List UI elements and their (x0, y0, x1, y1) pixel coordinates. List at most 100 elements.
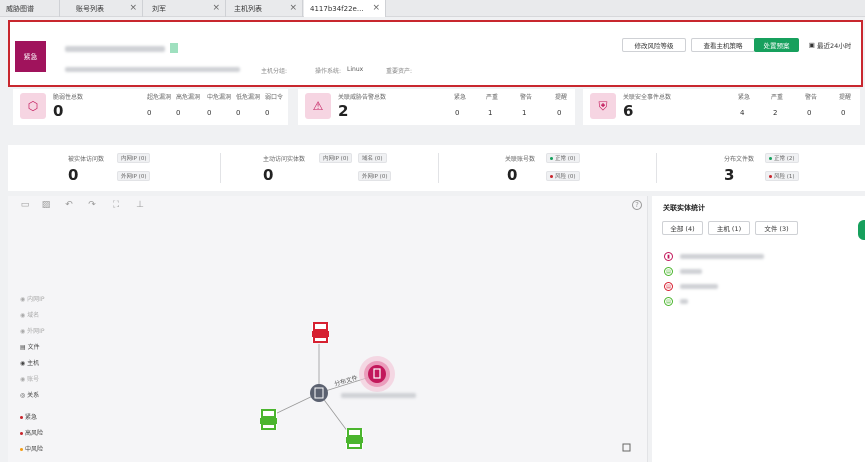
os-label: 操作系统: (315, 68, 342, 75)
qr-code-icon[interactable] (622, 443, 631, 452)
side-drawer-handle[interactable] (858, 220, 865, 240)
vuln-col-label: 中危漏洞 (207, 94, 232, 101)
visited-count-label: 被实体访问数 (68, 156, 105, 163)
graph-canvas[interactable]: 分布文件 (8, 196, 648, 462)
copy-icon[interactable] (170, 43, 178, 53)
event-col-label: 紧急 (738, 94, 751, 101)
entity-list-item[interactable]: ▤ (664, 266, 702, 277)
file-node-normal[interactable] (260, 409, 277, 430)
file-node-normal[interactable] (346, 428, 363, 449)
files-count-label: 分布文件数 (724, 156, 755, 163)
threat-col-label: 严重 (486, 94, 499, 101)
file-node-risk[interactable] (312, 322, 329, 343)
risk-level-badge: 紧急 (15, 41, 46, 72)
tab-label: 主机列表 (234, 4, 262, 13)
event-col-label: 警告 (805, 94, 818, 101)
accounts-normal-tag[interactable]: 正常 (0) (546, 153, 580, 163)
event-col-value: 2 (773, 109, 778, 117)
tab-label: 刘军 (152, 4, 166, 13)
status-dot (550, 174, 553, 178)
event-total-value: 6 (623, 102, 634, 120)
visited-count-value: 0 (68, 166, 79, 184)
tab-liu-jun[interactable]: 刘军 × (146, 0, 226, 17)
tab-label: 威胁图谱 (6, 4, 34, 13)
handle-plan-button[interactable]: 处置预案 (754, 38, 799, 52)
tab-label: 4117b34f22e... (310, 4, 364, 13)
threat-col-value: 1 (522, 109, 527, 117)
vuln-col-value: 0 (147, 109, 152, 117)
view-host-policy-button[interactable]: 查看主机策略 (691, 38, 755, 52)
tab-host-detail[interactable]: 4117b34f22e... × (304, 0, 386, 17)
event-col-value: 0 (841, 109, 846, 117)
vuln-col-label: 高危漏洞 (176, 94, 201, 101)
relationship-graph[interactable]: ▭ ▨ ↶ ↷ ⛶ ⊥ ? ◉ 内网IP ◉ 域名 ◉ 外网IP ▤ 文件 ◉ … (8, 196, 648, 462)
host-node[interactable] (359, 356, 395, 392)
tab-account-list[interactable]: 账号列表 × (70, 0, 143, 17)
calendar-icon: ▣ (808, 41, 815, 49)
host-ip-redacted (65, 67, 240, 72)
event-total-label: 关联安全事件总数 (623, 94, 672, 101)
accounts-count-label: 关联账号数 (505, 156, 536, 163)
event-col-value: 0 (807, 109, 812, 117)
threat-col-value: 1 (488, 109, 493, 117)
tag-label: 风险 (0) (555, 174, 576, 180)
host-icon: ▮ (664, 252, 673, 261)
close-icon[interactable]: × (372, 3, 380, 13)
filter-file-button[interactable]: 文件 (3) (755, 221, 798, 235)
time-range-selector[interactable]: ▣ 最近24小时 (805, 38, 855, 52)
vuln-col-value: 0 (176, 109, 181, 117)
time-range-label: 最近24小时 (816, 42, 852, 50)
files-normal-tag[interactable]: 正常 (2) (765, 153, 799, 163)
active-domain-tag[interactable]: 域名 (0) (358, 153, 387, 163)
entity-name-redacted (680, 269, 702, 274)
threat-col-label: 警告 (520, 94, 533, 101)
filter-all-button[interactable]: 全部 (4) (662, 221, 703, 235)
vuln-col-value: 0 (236, 109, 241, 117)
status-dot (550, 156, 553, 160)
visited-intranet-tag[interactable]: 内网IP (0) (117, 153, 151, 163)
vuln-col-value: 0 (207, 109, 212, 117)
threat-total-label: 关联威胁告警总数 (338, 94, 387, 101)
vuln-col-label: 弱口令 (265, 94, 284, 101)
entity-list-item[interactable]: ▤ (664, 296, 688, 307)
threat-col-label: 紧急 (454, 94, 467, 101)
entity-list-item[interactable]: ▤ (664, 281, 718, 292)
filter-host-button[interactable]: 主机 (1) (708, 221, 750, 235)
close-icon[interactable]: × (129, 3, 137, 13)
entity-name-redacted (680, 254, 764, 259)
modify-risk-button[interactable]: 修改风险等级 (622, 38, 686, 52)
accounts-risk-tag[interactable]: 风险 (0) (546, 171, 580, 181)
tag-label: 风险 (1) (774, 174, 795, 180)
accounts-count-value: 0 (507, 166, 518, 184)
event-col-value: 4 (740, 109, 745, 117)
vuln-col-label: 低危漏洞 (236, 94, 261, 101)
tab-bar: 威胁图谱 账号列表 × 刘军 × 主机列表 × 4117b34f22e... × (0, 0, 865, 17)
active-intranet-tag[interactable]: 内网IP (0) (319, 153, 353, 163)
active-extranet-tag[interactable]: 外网IP (0) (358, 171, 392, 181)
tab-host-list[interactable]: 主机列表 × (228, 0, 303, 17)
threat-col-value: 0 (557, 109, 562, 117)
alarm-icon: ⚠ (305, 93, 331, 119)
panel-title: 关联实体统计 (663, 204, 705, 212)
related-entities-panel: 关联实体统计 全部 (4) 主机 (1) 文件 (3) ▮ ▤ ▤ ▤ (652, 196, 865, 462)
entity-stats-row: 被实体访问数 0 内网IP (0) 外网IP (0) 主动访问实体数 0 内网I… (8, 145, 865, 191)
divider (656, 153, 657, 183)
tab-threat-map[interactable]: 威胁图谱 (0, 0, 60, 17)
divider (220, 153, 221, 183)
close-icon[interactable]: × (289, 3, 297, 13)
tag-label: 正常 (2) (774, 156, 795, 162)
event-col-label: 严重 (771, 94, 784, 101)
visited-extranet-tag[interactable]: 外网IP (0) (117, 171, 151, 181)
threat-col-label: 提醒 (555, 94, 568, 101)
host-header-card: 紧急 主机分组: 操作系统: Linux 重要资产: 修改风险等级 查看主机策略… (8, 20, 863, 87)
entity-name-redacted (680, 284, 718, 289)
relation-node[interactable] (310, 384, 328, 402)
close-icon[interactable]: × (212, 3, 220, 13)
vulnerability-card: ⬡ 脆弱性总数 0 超危漏洞 0 高危漏洞 0 中危漏洞 0 低危漏洞 0 弱口… (13, 89, 288, 125)
files-risk-tag[interactable]: 风险 (1) (765, 171, 799, 181)
event-col-label: 提醒 (839, 94, 852, 101)
vuln-col-value: 0 (265, 109, 270, 117)
file-icon: ▤ (664, 282, 673, 291)
entity-list-item[interactable]: ▮ (664, 251, 764, 262)
host-node-label-redacted (341, 393, 416, 398)
